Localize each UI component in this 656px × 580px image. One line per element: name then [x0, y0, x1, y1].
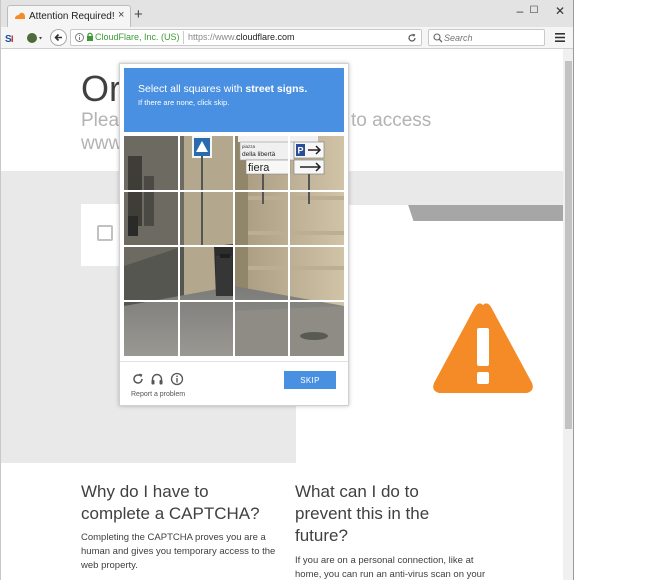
captcha-instruction-prefix: Select all squares with [138, 83, 246, 95]
url-prefix: https://www. [188, 32, 237, 42]
report-problem-link[interactable]: Report a problem [131, 391, 185, 398]
captcha-tile[interactable] [289, 301, 344, 356]
reload-icon[interactable] [407, 33, 417, 43]
captcha-tile[interactable] [234, 246, 289, 301]
why-body-line: web property. [81, 560, 138, 571]
site-identity[interactable]: CloudFlare, Inc. (US) [95, 32, 180, 42]
url-domain: cloudflare.com [236, 32, 295, 42]
captcha-instruction: Select all squares with street signs. [138, 83, 307, 95]
svg-text:I: I [11, 34, 14, 44]
page-scrollbar[interactable] [563, 49, 573, 580]
captcha-tile[interactable] [179, 301, 234, 356]
addon-extension-icon[interactable]: S I [5, 31, 19, 45]
search-icon [433, 33, 443, 43]
url-divider [183, 31, 184, 44]
page-subtitle-end: to access [351, 110, 432, 131]
new-tab-button[interactable]: + [134, 7, 143, 22]
captcha-instruction-sub: If there are none, click skip. [138, 98, 230, 107]
warning-icon [433, 303, 533, 393]
captcha-tile[interactable] [179, 191, 234, 246]
captcha-tile[interactable] [124, 136, 179, 191]
why-heading: Why do I have to complete a CAPTCHA? [81, 481, 260, 525]
cloudflare-favicon-icon [15, 12, 25, 19]
what-heading: What can I do to prevent this in the fut… [295, 481, 429, 547]
captcha-instruction-target: street signs. [245, 83, 308, 95]
captcha-checkbox[interactable] [97, 225, 113, 241]
tab-attention-required[interactable]: Attention Required! | Clou... × [7, 5, 131, 27]
browser-window: Attention Required! | Clou... × + – ☐ ✕ … [0, 0, 574, 580]
audio-challenge-icon[interactable] [150, 372, 164, 386]
captcha-instruction-header: Select all squares with street signs. If… [124, 68, 344, 132]
search-bar[interactable] [428, 29, 545, 46]
captcha-tile[interactable] [179, 136, 234, 191]
back-button[interactable] [50, 29, 67, 46]
captcha-footer-divider [120, 361, 348, 362]
captcha-tile[interactable] [289, 246, 344, 301]
captcha-tile[interactable] [124, 191, 179, 246]
what-body-line: If you are on a personal connection, lik… [295, 555, 474, 566]
close-window-button[interactable]: ✕ [545, 2, 573, 20]
what-heading-line: future? [295, 526, 348, 545]
what-heading-line: What can I do to [295, 482, 419, 501]
page-subtitle-domain: www [81, 133, 123, 154]
why-heading-line: complete a CAPTCHA? [81, 504, 260, 523]
what-body-line: home, you can run an anti-virus scan on … [295, 569, 486, 580]
scrollbar-thumb[interactable] [565, 61, 572, 429]
lock-icon [87, 32, 93, 41]
search-input[interactable] [444, 31, 540, 44]
why-body-line: human and gives you temporary access to … [81, 546, 276, 557]
tab-close-icon[interactable]: × [118, 9, 124, 21]
what-body: If you are on a personal connection, lik… [295, 554, 485, 580]
captcha-tile[interactable] [289, 191, 344, 246]
tab-title: Attention Required! | Clou... [29, 11, 115, 22]
why-heading-line: Why do I have to [81, 482, 209, 501]
tab-strip: Attention Required! | Clou... × + – ☐ ✕ [1, 0, 573, 27]
captcha-tile[interactable] [289, 136, 344, 191]
grid-line [124, 190, 344, 192]
addon-menu-icon[interactable] [25, 31, 45, 45]
info-icon[interactable] [75, 33, 84, 42]
why-body-line: Completing the CAPTCHA proves you are a [81, 532, 266, 543]
navigation-bar: S I CloudFlare, Inc. (US) https://www. c… [1, 27, 573, 49]
page-title: Or [81, 68, 121, 109]
grid-line [124, 300, 344, 302]
captcha-tile[interactable] [124, 246, 179, 301]
captcha-tile[interactable] [234, 301, 289, 356]
reload-challenge-icon[interactable] [131, 372, 145, 386]
captcha-challenge-dialog: Select all squares with street signs. If… [119, 63, 349, 406]
captcha-tile[interactable] [234, 191, 289, 246]
hamburger-menu-icon[interactable] [554, 32, 566, 43]
captcha-image-grid: P piazza della libertà fiera [124, 136, 344, 356]
captcha-tile[interactable] [234, 136, 289, 191]
grid-line [124, 245, 344, 247]
info-icon[interactable] [170, 372, 184, 386]
skip-button[interactable]: SKIP [284, 371, 336, 389]
captcha-tile[interactable] [179, 246, 234, 301]
captcha-tile[interactable] [124, 301, 179, 356]
what-heading-line: prevent this in the [295, 504, 430, 523]
url-bar[interactable]: CloudFlare, Inc. (US) https://www. cloud… [70, 29, 422, 46]
why-body: Completing the CAPTCHA proves you are a … [81, 531, 275, 573]
